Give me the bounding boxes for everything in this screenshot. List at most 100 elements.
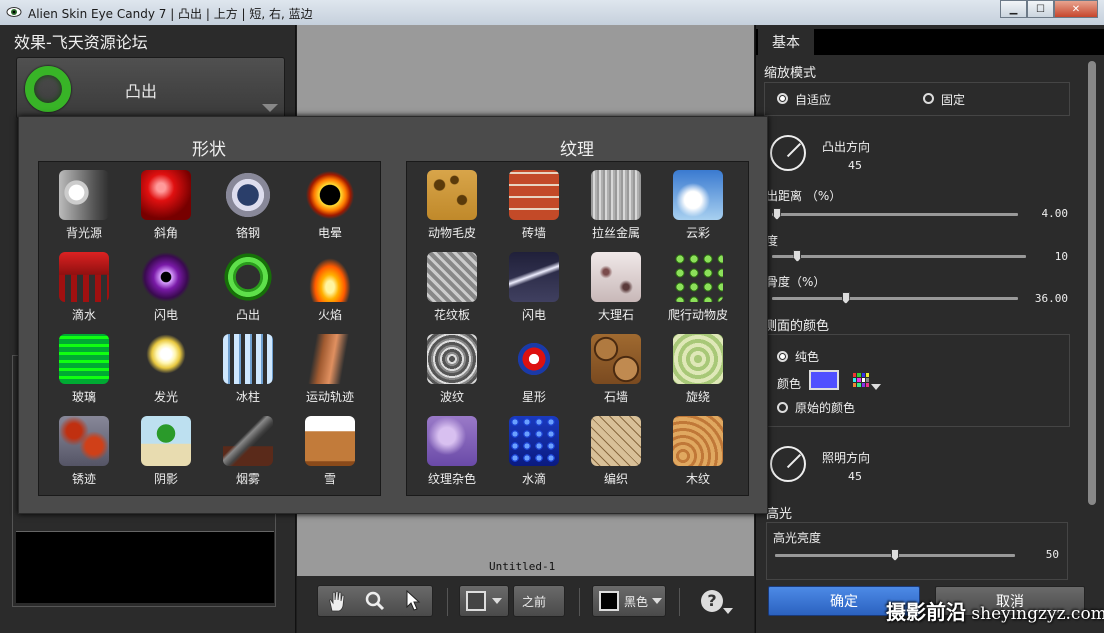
textures-item[interactable]: 闪电 [494, 246, 574, 326]
textures-item-label: 爬行动物皮 [667, 308, 728, 322]
textures-item[interactable]: 花纹板 [412, 246, 492, 326]
shapes-item[interactable]: 雪 [290, 410, 370, 490]
shapes-item[interactable]: 锈迹 [44, 410, 124, 490]
shapes-item[interactable]: 闪电 [126, 246, 206, 326]
arrow-pointer-icon [406, 590, 421, 611]
tab-basic[interactable]: 基本 [758, 29, 814, 55]
extrude-distance-slider[interactable] [772, 208, 1018, 220]
extrude-direction-dial[interactable] [770, 135, 806, 171]
light-direction-dial[interactable] [770, 446, 806, 482]
textures-item[interactable]: 波纹 [412, 328, 492, 408]
shapes-item-label: 闪电 [153, 308, 178, 322]
original-color-label[interactable]: 原始的颜色 [795, 399, 855, 416]
close-button[interactable]: ✕ [1054, 0, 1098, 18]
texture-lightning-icon [509, 252, 559, 302]
smoothness-value[interactable]: 36.00 [1018, 292, 1068, 305]
shapes-item-label: 背光源 [65, 226, 102, 240]
textures-item[interactable]: 水滴 [494, 410, 574, 490]
side-color-swatch[interactable] [809, 370, 839, 390]
glow-icon [141, 334, 191, 384]
textures-item[interactable]: 大理石 [576, 246, 656, 326]
maximize-button[interactable]: ☐ [1027, 0, 1054, 18]
navigator-preview[interactable] [16, 531, 274, 603]
textures-item[interactable]: 纹理杂色 [412, 410, 492, 490]
shapes-item[interactable]: 运动轨迹 [290, 328, 370, 408]
shapes-item[interactable]: 发光 [126, 328, 206, 408]
shapes-item-label: 锈迹 [71, 472, 96, 486]
shapes-item-label: 电晕 [317, 226, 342, 240]
shapes-item[interactable]: 背光源 [44, 164, 124, 244]
shapes-item[interactable]: 冰柱 [208, 328, 288, 408]
shapes-item[interactable]: 烟雾 [208, 410, 288, 490]
extrude-distance-value[interactable]: 4.00 [1018, 207, 1069, 220]
smoothness-thumb[interactable] [841, 292, 850, 304]
textures-item[interactable]: 云彩 [658, 164, 738, 244]
lightning-icon [141, 252, 191, 302]
background-color-selector[interactable]: 黑色 [592, 585, 666, 617]
textures-item-label: 波纹 [439, 390, 464, 404]
zoom-adaptive-radio[interactable] [777, 93, 788, 104]
highlight-label: 高光 [766, 507, 793, 522]
palette-icon[interactable] [853, 373, 869, 387]
settings-panel: 基本 缩放模式 自适应 固定 凸出方向 45 出距离 （%） 4.00 度 10… [755, 25, 1104, 633]
textures-item[interactable]: 动物毛皮 [412, 164, 492, 244]
solid-color-radio[interactable] [777, 351, 788, 362]
bevel-width-value[interactable]: 10 [1018, 250, 1068, 263]
textures-item[interactable]: 木纹 [658, 410, 738, 490]
background-dropdown-icon[interactable] [652, 598, 663, 604]
shapes-item[interactable]: 玻璃 [44, 328, 124, 408]
scrollbar-thumb[interactable] [1088, 61, 1096, 505]
side-color-group: 纯色 颜色 原始的颜色 [764, 334, 1070, 427]
smoothness-slider[interactable] [772, 292, 1018, 304]
textures-item-label: 星形 [521, 390, 546, 404]
zoom-adaptive-label[interactable]: 自适应 [795, 91, 831, 108]
zoom-fixed-radio[interactable] [923, 93, 934, 104]
fire-icon [305, 252, 355, 302]
help-icon: ? [701, 590, 723, 612]
textures-item-label: 石墙 [603, 390, 628, 404]
textures-item[interactable]: 砖墙 [494, 164, 574, 244]
shapes-grid: 背光源 斜角 铬钢 电晕滴水 闪电 凸出 火焰玻璃 发光 冰柱 运动轨迹锈迹 阴影 烟雾 雪 [38, 161, 381, 496]
minimize-button[interactable]: ▁ [1000, 0, 1027, 18]
textures-item[interactable]: 旋绕 [658, 328, 738, 408]
zoom-fixed-label[interactable]: 固定 [941, 91, 965, 108]
highlight-brightness-value[interactable]: 50 [1009, 548, 1059, 561]
compare-dropdown-icon[interactable] [492, 598, 502, 604]
extrude-icon [223, 252, 273, 302]
help-button[interactable]: ? [701, 590, 735, 618]
shapes-item[interactable]: 电晕 [290, 164, 370, 244]
textures-item[interactable]: 星形 [494, 328, 574, 408]
bevel-width-slider[interactable] [772, 250, 1026, 262]
textures-item[interactable]: 编织 [576, 410, 656, 490]
settings-scrollbar[interactable] [1086, 61, 1098, 573]
highlight-brightness-slider[interactable] [775, 549, 1015, 561]
effect-selector[interactable]: 凸出 [16, 57, 285, 119]
original-color-radio[interactable] [777, 402, 788, 413]
shapes-item[interactable]: 火焰 [290, 246, 370, 326]
textures-item-label: 编织 [603, 472, 628, 486]
document-name: Untitled-1 [489, 560, 556, 573]
shapes-item[interactable]: 铬钢 [208, 164, 288, 244]
before-button[interactable]: 之前 [513, 585, 565, 617]
shapes-item-label: 烟雾 [235, 472, 260, 486]
palette-dropdown-icon[interactable] [871, 384, 881, 390]
texture-noise-icon [427, 416, 477, 466]
solid-color-label[interactable]: 纯色 [795, 348, 819, 365]
extrude-distance-thumb[interactable] [772, 208, 781, 220]
highlight-brightness-thumb[interactable] [891, 549, 899, 561]
zoom-tool-button[interactable] [356, 586, 394, 616]
hand-tool-button[interactable] [318, 586, 356, 616]
shapes-item[interactable]: 阴影 [126, 410, 206, 490]
color-label: 颜色 [777, 377, 802, 391]
textures-item[interactable]: 石墙 [576, 328, 656, 408]
textures-item-label: 旋绕 [685, 390, 710, 404]
shapes-item[interactable]: 滴水 [44, 246, 124, 326]
textures-item[interactable]: 拉丝金属 [576, 164, 656, 244]
shapes-item[interactable]: 斜角 [126, 164, 206, 244]
bevel-width-thumb[interactable] [793, 250, 802, 262]
pointer-tool-button[interactable] [394, 586, 432, 616]
compare-toggle[interactable] [459, 585, 509, 617]
textures-item[interactable]: 爬行动物皮 [658, 246, 738, 326]
shapes-item-label: 运动轨迹 [305, 390, 354, 404]
shapes-item[interactable]: 凸出 [208, 246, 288, 326]
